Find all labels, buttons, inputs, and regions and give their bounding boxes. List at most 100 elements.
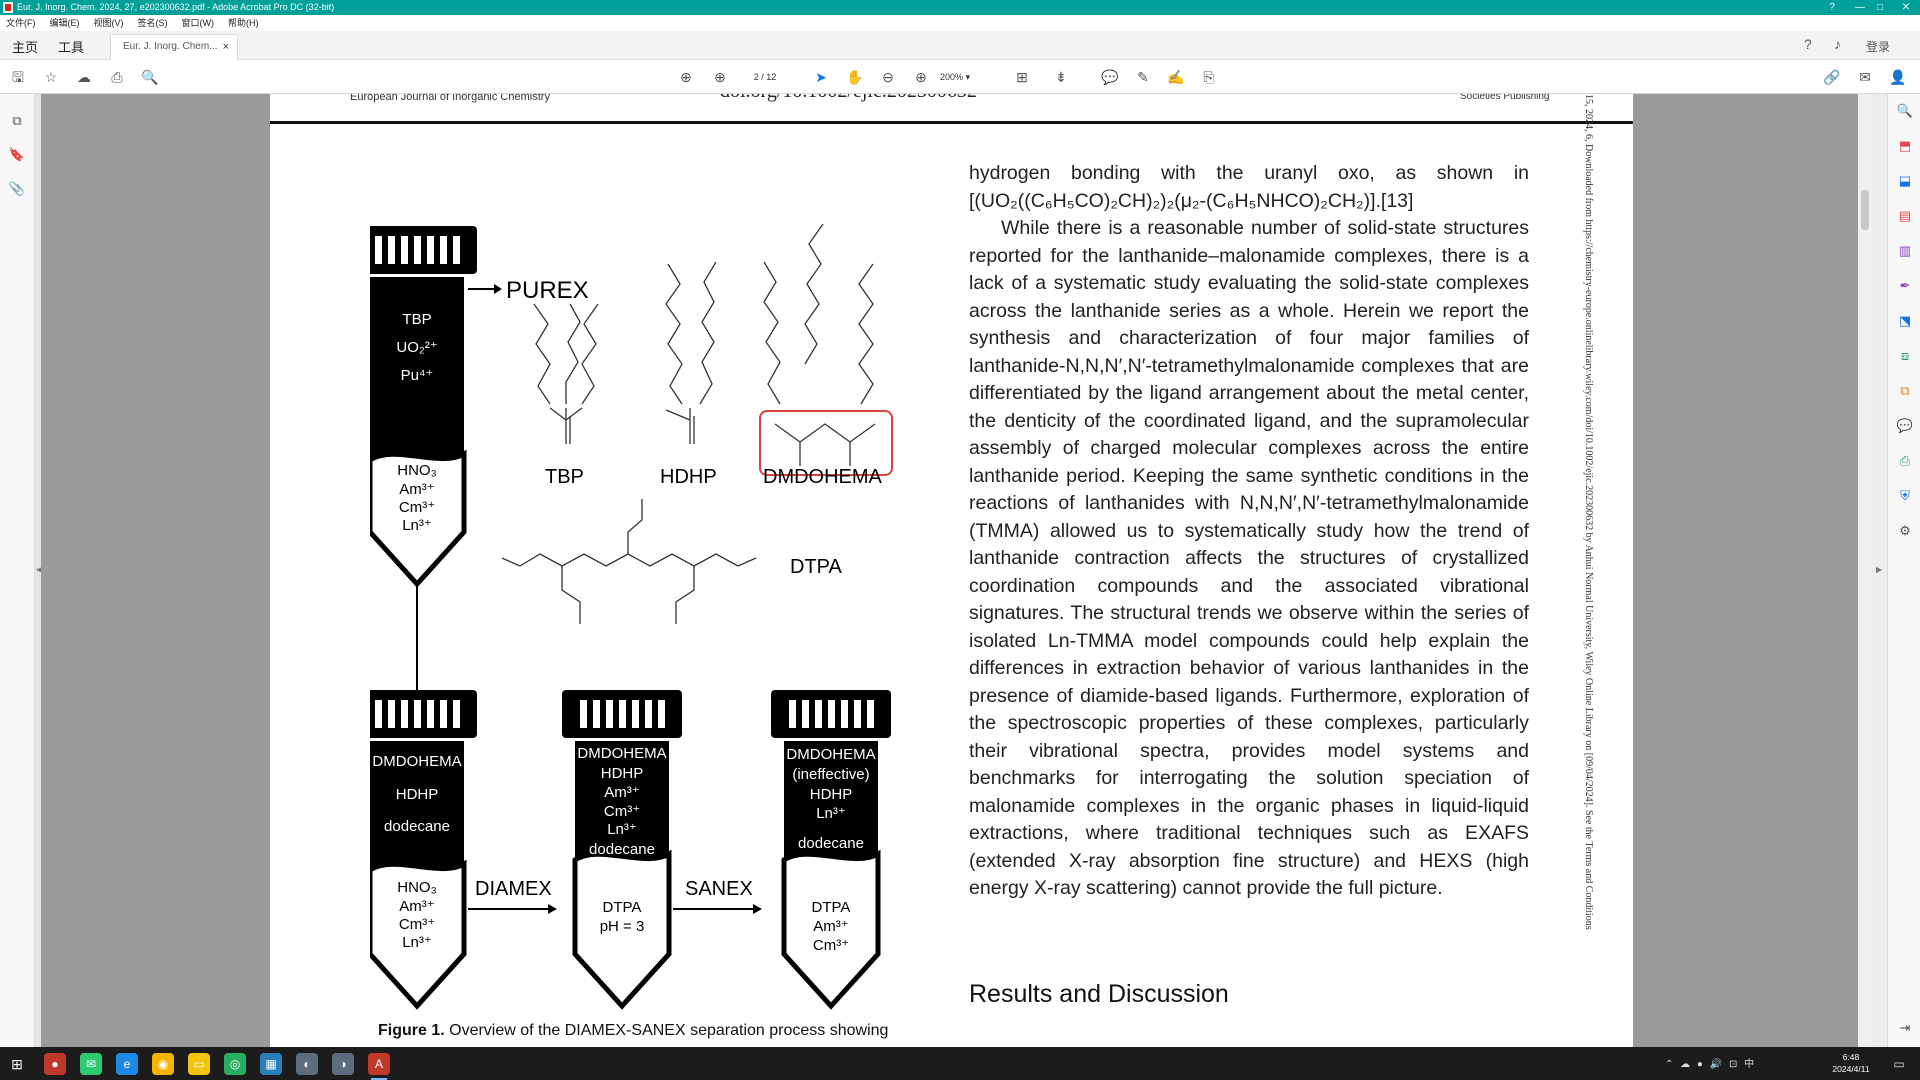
page-thumbnails-icon[interactable]: ⧉: [8, 112, 26, 130]
chrome-icon[interactable]: ◉: [152, 1053, 174, 1075]
upload-cloud-icon[interactable]: ☁: [74, 67, 94, 87]
organize-pages-icon[interactable]: ▥: [1896, 242, 1914, 260]
app-icon-gray-2[interactable]: ◑: [332, 1053, 354, 1075]
notification-bell-icon[interactable]: ♪: [1834, 36, 1841, 52]
tube3-bottom-line: pH = 3: [600, 918, 645, 935]
sign-icon[interactable]: ✍: [1166, 67, 1186, 87]
document-tab-label: Eur. J. Inorg. Chem...: [123, 41, 218, 52]
tab-tools[interactable]: 工具: [58, 37, 84, 56]
toolbar: 🖫 ☆ ☁ ⎙ 🔍 ⊕ ⊕ 2 / 12 ➤ ✋ ⊖ ⊕ 200% ▾ ⊞ ⇟ …: [0, 60, 1920, 94]
app-icon-gray[interactable]: ◐: [296, 1053, 318, 1075]
fill-sign-tool-icon[interactable]: ✒: [1896, 277, 1914, 295]
download-note: 15, 2024, 6, Downloaded from https://che…: [1583, 94, 1594, 930]
bookmark-star-icon[interactable]: ☆: [41, 67, 61, 87]
zoom-in-icon[interactable]: ⊕: [911, 67, 931, 87]
title-bar: Eur. J. Inorg. Chem. 2024, 27, e20230063…: [0, 0, 1920, 15]
maximize-button[interactable]: □: [1866, 0, 1894, 15]
tube4-top-line: (ineffective): [792, 766, 869, 783]
menu-view[interactable]: 视图(V): [94, 18, 124, 28]
previous-page-icon[interactable]: ⊕: [676, 67, 696, 87]
window-title: Eur. J. Inorg. Chem. 2024, 27, e20230063…: [17, 2, 335, 12]
combine-files-icon[interactable]: ⧉: [1896, 382, 1914, 400]
tube4-bottom-line: Am³⁺: [813, 918, 848, 935]
save-icon[interactable]: 🖫: [8, 67, 28, 87]
body-text[interactable]: hydrogen bonding with the uranyl oxo, as…: [969, 160, 1529, 903]
app-icon-red[interactable]: ●: [44, 1053, 66, 1075]
doi-header[interactable]: doi.org/10.1002/ejic.202300632: [720, 94, 977, 103]
paragraph: While there is a reasonable number of so…: [969, 217, 1529, 899]
app-icon-blue[interactable]: ▦: [260, 1053, 282, 1075]
bookmarks-icon[interactable]: 🔖: [8, 146, 26, 164]
tab-home[interactable]: 主页: [12, 37, 38, 56]
highlight-pen-icon[interactable]: ✎: [1133, 67, 1153, 87]
file-explorer-icon[interactable]: ▭: [188, 1053, 210, 1075]
close-window-button[interactable]: ✕: [1892, 0, 1920, 15]
collapse-right-pane-icon[interactable]: ▶: [1876, 565, 1882, 574]
purex-label: PUREX: [506, 277, 589, 304]
ligand-label-tbp: TBP: [545, 466, 584, 488]
section-heading: Results and Discussion: [969, 980, 1229, 1008]
figure-1-diagram: TBP UO₂²⁺ Pu⁴⁺ HNO₃ Am³⁺ Cm³⁺ Ln³⁺ PUREX…: [370, 223, 893, 1010]
edge-browser-icon[interactable]: e: [116, 1053, 138, 1075]
diamex-tube: DMDOHEMA HDHP dodecane HNO₃ Am³⁺ Cm³⁺ Ln…: [370, 690, 477, 1010]
notification-center-icon[interactable]: ▭: [1888, 1053, 1910, 1075]
request-signature-icon[interactable]: ⬔: [1896, 312, 1914, 330]
find-zoom-icon[interactable]: 🔍: [140, 67, 160, 87]
help-icon[interactable]: ?: [1804, 36, 1812, 52]
help-window-button[interactable]: ?: [1818, 0, 1846, 15]
page-number-box[interactable]: 2 / 12: [742, 68, 788, 86]
create-pdf-icon[interactable]: ⬓: [1896, 172, 1914, 190]
comment-icon[interactable]: 💬: [1100, 67, 1120, 87]
close-tab-icon[interactable]: ×: [223, 35, 229, 59]
zoom-level-select[interactable]: 200% ▾: [940, 68, 990, 86]
menu-help[interactable]: 帮助(H): [228, 18, 259, 28]
add-user-icon[interactable]: 👤: [1888, 67, 1908, 87]
wechat-icon[interactable]: ✉: [80, 1053, 102, 1075]
acrobat-taskbar-icon[interactable]: A: [368, 1053, 390, 1080]
tube4-bottom-line: Cm³⁺: [813, 937, 849, 954]
hand-tool-icon[interactable]: ✋: [845, 67, 865, 87]
side-margin-note: 15, 2024, 6, Downloaded from https://che…: [1580, 94, 1602, 1047]
print-icon[interactable]: ⎙: [107, 67, 127, 87]
tube3-top-line: Ln³⁺: [607, 821, 637, 838]
diamex-arrowhead: [548, 904, 557, 914]
sanex-label: SANEX: [685, 878, 753, 900]
export-pdf-icon[interactable]: ⬒: [1896, 137, 1914, 155]
app-icon-green[interactable]: ◎: [224, 1053, 246, 1075]
next-page-icon[interactable]: ⊕: [710, 67, 730, 87]
compare-files-icon[interactable]: ⧈: [1896, 347, 1914, 365]
tab-bar: 主页 工具 Eur. J. Inorg. Chem... × ? ♪ 登录: [0, 31, 1920, 60]
menu-sign[interactable]: 签名(S): [138, 18, 168, 28]
email-icon[interactable]: ✉: [1855, 67, 1875, 87]
scrollbar-thumb[interactable]: [1861, 190, 1869, 230]
expand-panel-icon[interactable]: ⇥: [1896, 1019, 1914, 1037]
clock[interactable]: 6:48 2024/4/11: [1826, 1051, 1876, 1075]
page-current-input[interactable]: 2: [754, 72, 759, 82]
menu-file[interactable]: 文件(F): [6, 18, 36, 28]
page-fit-icon[interactable]: ⊞: [1012, 67, 1032, 87]
sign-in-button[interactable]: 登录: [1866, 38, 1890, 55]
protect-icon[interactable]: ⛨: [1896, 487, 1914, 505]
vertical-scrollbar[interactable]: [1858, 94, 1872, 1047]
tube1-bottom-line: Cm³⁺: [399, 499, 435, 516]
attachments-icon[interactable]: 📎: [8, 180, 26, 198]
fill-sign-icon[interactable]: ⎘: [1199, 67, 1219, 87]
select-cursor-icon[interactable]: ➤: [811, 67, 831, 87]
tab-document[interactable]: Eur. J. Inorg. Chem... ×: [110, 34, 238, 60]
share-icon[interactable]: 🔗: [1822, 67, 1842, 87]
sanex-tube: DMDOHEMA HDHP Am³⁺ Cm³⁺ Ln³⁺ dodecane DT…: [562, 690, 682, 1010]
comment-tool-icon[interactable]: 💬: [1896, 417, 1914, 435]
menu-window[interactable]: 窗口(W): [182, 18, 215, 28]
search-icon[interactable]: 🔍: [1896, 102, 1914, 120]
zoom-out-icon[interactable]: ⊖: [878, 67, 898, 87]
windows-start-icon[interactable]: ⊞: [6, 1053, 28, 1075]
system-tray[interactable]: ⌃ ☁ ● 🔊 ⊡ 中: [1665, 1055, 1756, 1070]
edit-pdf-icon[interactable]: ▤: [1896, 207, 1914, 225]
tube2-bottom-line: Ln³⁺: [402, 934, 432, 951]
menu-edit[interactable]: 编辑(E): [50, 18, 80, 28]
tube2-top-line: DMDOHEMA: [372, 753, 461, 770]
print-production-icon[interactable]: ⎙: [1896, 452, 1914, 470]
tube1-top-line: TBP: [402, 311, 431, 328]
scroll-mode-icon[interactable]: ⇟: [1051, 67, 1071, 87]
more-tools-icon[interactable]: ⚙: [1896, 522, 1914, 540]
